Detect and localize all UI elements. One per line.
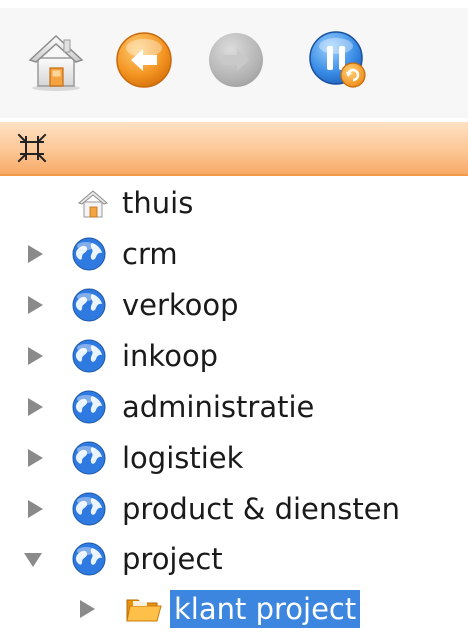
toolbar (0, 0, 468, 118)
globe-icon (72, 542, 106, 576)
tree-item-crm[interactable]: crm (0, 229, 468, 279)
refresh-button[interactable] (306, 28, 370, 92)
expand-arrow-icon[interactable] (24, 243, 46, 265)
tree-item-inkoop[interactable]: inkoop (0, 331, 468, 381)
home-icon (28, 34, 84, 91)
tree-item-label: administratie (122, 390, 315, 424)
tree-item-klant-project[interactable]: klant project (0, 584, 468, 634)
tree-item-logistiek[interactable]: logistiek (0, 433, 468, 483)
globe-icon (72, 339, 106, 373)
home-icon (78, 190, 108, 218)
home-button[interactable] (24, 28, 88, 92)
back-button[interactable] (112, 28, 176, 92)
tree-item-thuis[interactable]: thuis (0, 178, 468, 228)
globe-icon (72, 390, 106, 424)
navigation-panel: thuis crm verkoop inkoop administratie l… (0, 0, 468, 639)
expand-arrow-icon[interactable] (24, 447, 46, 469)
collapse-all-icon (17, 133, 47, 163)
expand-arrow-icon[interactable] (24, 396, 46, 418)
expand-arrow-icon[interactable] (24, 498, 46, 520)
tree-item-label: project (122, 542, 223, 576)
tree-item-label: product & diensten (122, 492, 400, 526)
tree-item-product-diensten[interactable]: product & diensten (0, 484, 468, 534)
collapse-arrow-icon[interactable] (22, 548, 44, 570)
folder-icon (126, 599, 162, 622)
tree-item-administratie[interactable]: administratie (0, 382, 468, 432)
tree-item-label: logistiek (122, 441, 244, 475)
forward-arrow-icon (209, 33, 263, 87)
forward-button[interactable] (204, 28, 268, 92)
globe-icon (72, 492, 106, 526)
globe-icon (72, 441, 106, 475)
tree-item-project[interactable]: project (0, 534, 468, 584)
refresh-icon (309, 31, 366, 88)
tree-item-label: inkoop (122, 339, 219, 373)
tree-item-label: klant project (170, 590, 361, 628)
tree-item-verkoop[interactable]: verkoop (0, 280, 468, 330)
expand-arrow-icon[interactable] (24, 294, 46, 316)
back-arrow-icon (116, 32, 172, 88)
expand-arrow-icon[interactable] (24, 345, 46, 367)
panel-header (0, 122, 468, 176)
collapse-all-button[interactable] (16, 132, 48, 164)
expand-arrow-icon[interactable] (76, 598, 98, 620)
globe-icon (72, 288, 106, 322)
tree-item-label: verkoop (122, 288, 239, 322)
tree-item-label: thuis (122, 186, 194, 220)
globe-icon (72, 237, 106, 271)
tree-item-label: crm (122, 237, 178, 271)
